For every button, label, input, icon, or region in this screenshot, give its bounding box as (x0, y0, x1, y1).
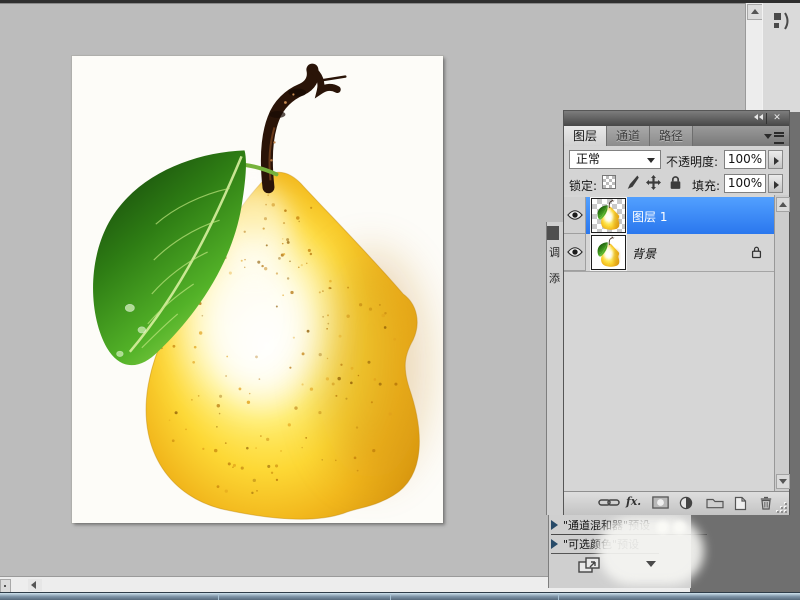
collapsed-panel-dock (762, 3, 800, 112)
tab-layers[interactable]: 图层 (564, 126, 607, 146)
collapse-to-icons-button[interactable] (750, 113, 767, 124)
hidden-panel-char: 调 (549, 244, 563, 260)
menu-lines-icon (774, 132, 784, 144)
layer-lock-icon (751, 245, 762, 259)
eye-icon (567, 246, 583, 258)
layers-list: 图层 1 背景 (564, 195, 789, 491)
document-canvas[interactable] (72, 56, 443, 523)
chevron-left-icon (759, 114, 763, 120)
collapsed-dock-icon[interactable] (771, 10, 793, 32)
caret-down-icon (646, 561, 656, 567)
opacity-label: 不透明度: (666, 153, 718, 170)
window-top-edge (0, 0, 800, 4)
new-group-folder-icon[interactable] (706, 496, 724, 509)
menu-triangle-icon (764, 134, 772, 139)
layer-row-body[interactable]: 图层 1 (586, 197, 774, 234)
panel-resize-grip[interactable] (777, 503, 787, 513)
layers-panel: ✕ 图层 通道 路径 正常 不透明度: 100% 锁定: (563, 110, 790, 515)
layer-row-layer1[interactable]: 图层 1 (564, 197, 774, 234)
hidden-adjustments-panel-edge: 调 添 (546, 222, 564, 515)
dot-icon (4, 585, 6, 587)
panel-tab-bar: 图层 通道 路径 (564, 126, 789, 146)
layer-name[interactable]: 背景 (632, 245, 656, 262)
arrow-right-icon (774, 157, 779, 165)
new-layer-icon[interactable] (734, 496, 747, 511)
lock-options (602, 175, 683, 190)
adjustment-layer-icon[interactable] (679, 496, 693, 510)
fill-field[interactable]: 100% (724, 174, 766, 193)
pear-artwork (72, 56, 443, 523)
layer-thumbnail[interactable] (591, 198, 626, 233)
visibility-toggle[interactable] (564, 197, 586, 234)
expand-panel-icon[interactable] (577, 556, 601, 574)
hidden-panel-char: 添 (549, 270, 563, 286)
panel-header-bar[interactable]: ✕ (564, 111, 789, 126)
arrow-down-icon (779, 479, 787, 484)
hidden-panel-tab (547, 226, 559, 240)
visibility-toggle[interactable] (564, 234, 586, 271)
list-scroll-up-button[interactable] (776, 197, 790, 212)
opacity-spinner-button[interactable] (768, 150, 783, 169)
out-of-focus-dot (673, 521, 686, 534)
tab-paths[interactable]: 路径 (650, 126, 693, 146)
eye-icon (567, 209, 583, 221)
arrow-up-icon (751, 9, 759, 14)
list-scroll-down-button[interactable] (776, 474, 790, 489)
strip-divider (558, 594, 559, 600)
padlock-icon (668, 175, 683, 190)
scrollbar-nub[interactable] (0, 579, 11, 593)
blend-mode-value: 正常 (576, 152, 600, 166)
out-of-focus-highlight (598, 517, 704, 585)
lock-image-pixels-button[interactable] (624, 175, 639, 190)
layer-name[interactable]: 图层 1 (632, 208, 667, 225)
scroll-up-button[interactable] (747, 4, 763, 20)
arrow-up-icon (779, 202, 787, 207)
lock-transparent-pixels-button[interactable] (602, 175, 617, 190)
disclosure-triangle-icon (551, 520, 558, 530)
out-of-focus-dot (656, 521, 669, 534)
bottom-window-edge (0, 592, 800, 600)
panel-menu-button[interactable] (764, 129, 786, 143)
photoshop-workspace: 调 添 "通道混和器"预设 "可选颜色"预设 ✕ 图层 通道 (0, 0, 800, 600)
scroll-left-button[interactable] (28, 579, 42, 591)
layer-style-fx-icon[interactable]: fx. (626, 495, 641, 508)
move-cross-icon (646, 175, 661, 190)
arrow-right-icon (774, 181, 779, 189)
tab-channels[interactable]: 通道 (607, 126, 650, 146)
layer-controls: 正常 不透明度: 100% 锁定: (564, 146, 789, 195)
layers-list-scrollbar[interactable] (774, 195, 789, 491)
chevron-left-icon (754, 114, 758, 120)
arrow-left-icon (31, 581, 36, 589)
disclosure-triangle-icon (551, 539, 558, 549)
layer-thumbnail[interactable] (591, 235, 626, 270)
background-right-gap (790, 112, 800, 515)
blend-mode-select[interactable]: 正常 (569, 150, 661, 169)
lock-label: 锁定: (569, 177, 597, 194)
strip-divider (218, 594, 219, 600)
opacity-field[interactable]: 100% (724, 150, 766, 169)
close-panel-button[interactable]: ✕ (769, 113, 785, 124)
strip-divider (390, 594, 391, 600)
transparency-checker-icon (602, 175, 616, 189)
layer-row-body[interactable]: 背景 (586, 234, 774, 271)
fill-label: 填充: (692, 177, 720, 194)
chevron-down-icon (647, 158, 655, 163)
link-layers-icon[interactable] (598, 496, 620, 509)
layers-panel-footer: fx. (564, 491, 789, 515)
paintbrush-icon (624, 175, 639, 190)
add-layer-mask-icon[interactable] (652, 496, 669, 509)
fill-spinner-button[interactable] (768, 174, 783, 193)
layer-row-background[interactable]: 背景 (564, 234, 774, 272)
delete-layer-trash-icon[interactable] (760, 496, 772, 510)
lock-all-button[interactable] (668, 175, 683, 190)
lock-position-button[interactable] (646, 175, 661, 190)
